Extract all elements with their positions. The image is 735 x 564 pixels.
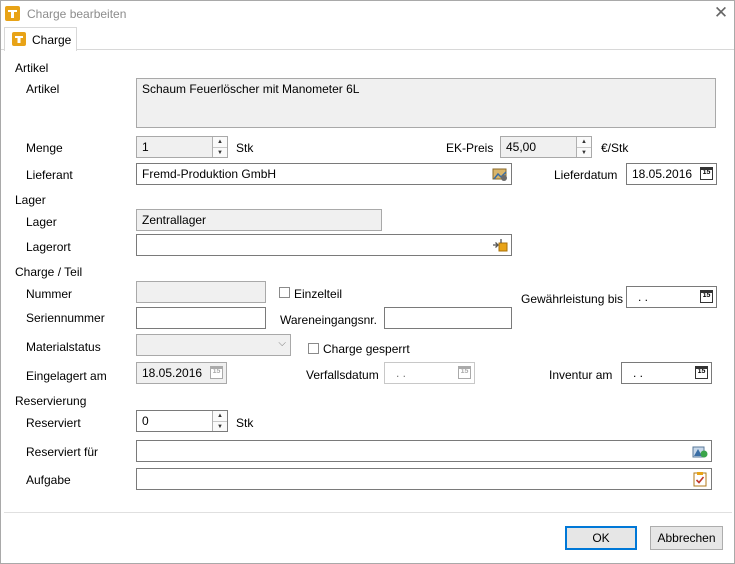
ok-button[interactable]: OK [565, 526, 637, 550]
tab-strip: Charge [1, 27, 734, 51]
contact-picker-icon[interactable] [692, 443, 708, 459]
app-logo-icon [5, 6, 20, 21]
artikel-field[interactable]: Schaum Feuerlöscher mit Manometer 6L [136, 78, 716, 128]
eingelagert-field[interactable]: 18.05.2016 15 [136, 362, 227, 384]
calendar-icon[interactable]: 15 [210, 366, 223, 379]
ekpreis-label: EK-Preis [446, 141, 494, 155]
section-reservierung: Reservierung [15, 394, 87, 408]
title-bar: Charge bearbeiten ✕ [1, 1, 734, 27]
spin-up-icon: ▲ [217, 413, 223, 419]
tab-charge-label: Charge [32, 33, 72, 47]
menge-value: 1 [142, 140, 149, 154]
ekpreis-spinner[interactable]: ▲ ▼ [576, 137, 591, 157]
reserviert-stepper[interactable]: 0 ▲ ▼ [136, 410, 228, 432]
eingelagert-value: 18.05.2016 [142, 366, 203, 380]
spin-up-icon: ▲ [581, 139, 587, 145]
gesperrt-label: Charge gesperrt [323, 342, 410, 356]
wareneingang-label: Wareneingangsnr. [280, 313, 377, 327]
lieferdatum-value: 18.05.2016 [632, 167, 693, 181]
lieferdatum-label: Lieferdatum [554, 168, 618, 182]
reserviert-spinner[interactable]: ▲ ▼ [212, 411, 227, 431]
section-lager: Lager [15, 193, 46, 207]
dialog-window: Charge bearbeiten ✕ Charge Artikel Artik… [0, 0, 735, 564]
footer-divider [4, 512, 732, 513]
gesperrt-checkbox[interactable] [308, 343, 319, 354]
aufgabe-field[interactable] [136, 468, 712, 490]
inventur-value: . . [633, 366, 644, 380]
lieferant-value: Fremd-Produktion GmbH [142, 167, 277, 181]
calendar-icon[interactable]: 15 [695, 366, 708, 379]
close-icon[interactable]: ✕ [710, 2, 732, 24]
ekpreis-stepper[interactable]: 45,00 ▲ ▼ [500, 136, 592, 158]
reserviert-fuer-field[interactable] [136, 440, 712, 462]
materialstatus-label: Materialstatus [26, 340, 101, 354]
lieferdatum-field[interactable]: 18.05.2016 15 [626, 163, 717, 185]
einzelteil-checkbox[interactable] [279, 287, 290, 298]
nummer-field[interactable] [136, 281, 266, 303]
task-picker-icon[interactable] [692, 471, 708, 487]
gewaehrleistung-value: . . [638, 290, 649, 304]
lieferant-field[interactable]: Fremd-Produktion GmbH [136, 163, 512, 185]
aufgabe-label: Aufgabe [26, 473, 71, 487]
lagerort-label: Lagerort [26, 240, 71, 254]
menge-stepper[interactable]: 1 ▲ ▼ [136, 136, 228, 158]
section-artikel: Artikel [15, 61, 49, 75]
eingelagert-label: Eingelagert am [26, 369, 107, 383]
charge-icon [12, 32, 26, 46]
gewaehrleistung-label: Gewährleistung bis [521, 292, 624, 306]
tab-charge[interactable]: Charge [4, 27, 77, 51]
cancel-button[interactable]: Abbrechen [650, 526, 723, 550]
spin-up-icon: ▲ [217, 139, 223, 145]
inventur-label: Inventur am [549, 368, 613, 382]
reserviert-label: Reserviert [26, 416, 81, 430]
chevron-down-icon: ⌵ [278, 338, 286, 349]
nummer-label: Nummer [26, 287, 73, 301]
lager-label: Lager [26, 215, 57, 229]
lieferant-label: Lieferant [26, 168, 73, 182]
reserviert-unit: Stk [236, 416, 254, 430]
lagerort-field[interactable] [136, 234, 512, 256]
artikel-label: Artikel [26, 82, 60, 96]
ekpreis-value: 45,00 [506, 140, 537, 154]
seriennummer-field[interactable] [136, 307, 266, 329]
inventur-field[interactable]: . . 15 [621, 362, 712, 384]
reserviert-fuer-label: Reserviert für [26, 445, 99, 459]
storage-location-picker-icon[interactable] [492, 237, 508, 253]
seriennummer-label: Seriennummer [26, 311, 105, 325]
menge-unit: Stk [236, 141, 254, 155]
reserviert-value: 0 [142, 414, 149, 428]
materialstatus-select[interactable]: ⌵ [136, 334, 291, 356]
calendar-icon[interactable]: 15 [700, 290, 713, 303]
calendar-icon[interactable]: 15 [458, 366, 471, 379]
wareneingang-field[interactable] [384, 307, 512, 329]
einzelteil-label: Einzelteil [294, 287, 343, 301]
menge-label: Menge [26, 141, 63, 155]
verfallsdatum-field[interactable]: . . 15 [384, 362, 475, 384]
verfallsdatum-value: . . [396, 366, 407, 380]
gewaehrleistung-field[interactable]: . . 15 [626, 286, 717, 308]
verfallsdatum-label: Verfallsdatum [306, 368, 379, 382]
spin-down-icon: ▼ [577, 147, 591, 157]
lager-field[interactable]: Zentrallager [136, 209, 382, 231]
calendar-icon[interactable]: 15 [700, 167, 713, 180]
supplier-picker-icon[interactable] [492, 166, 508, 182]
spin-down-icon: ▼ [213, 421, 227, 431]
ekpreis-unit: €/Stk [601, 141, 629, 155]
menge-spinner[interactable]: ▲ ▼ [212, 137, 227, 157]
section-charge: Charge / Teil [15, 265, 83, 279]
window-title: Charge bearbeiten [27, 7, 127, 21]
spin-down-icon: ▼ [213, 147, 227, 157]
